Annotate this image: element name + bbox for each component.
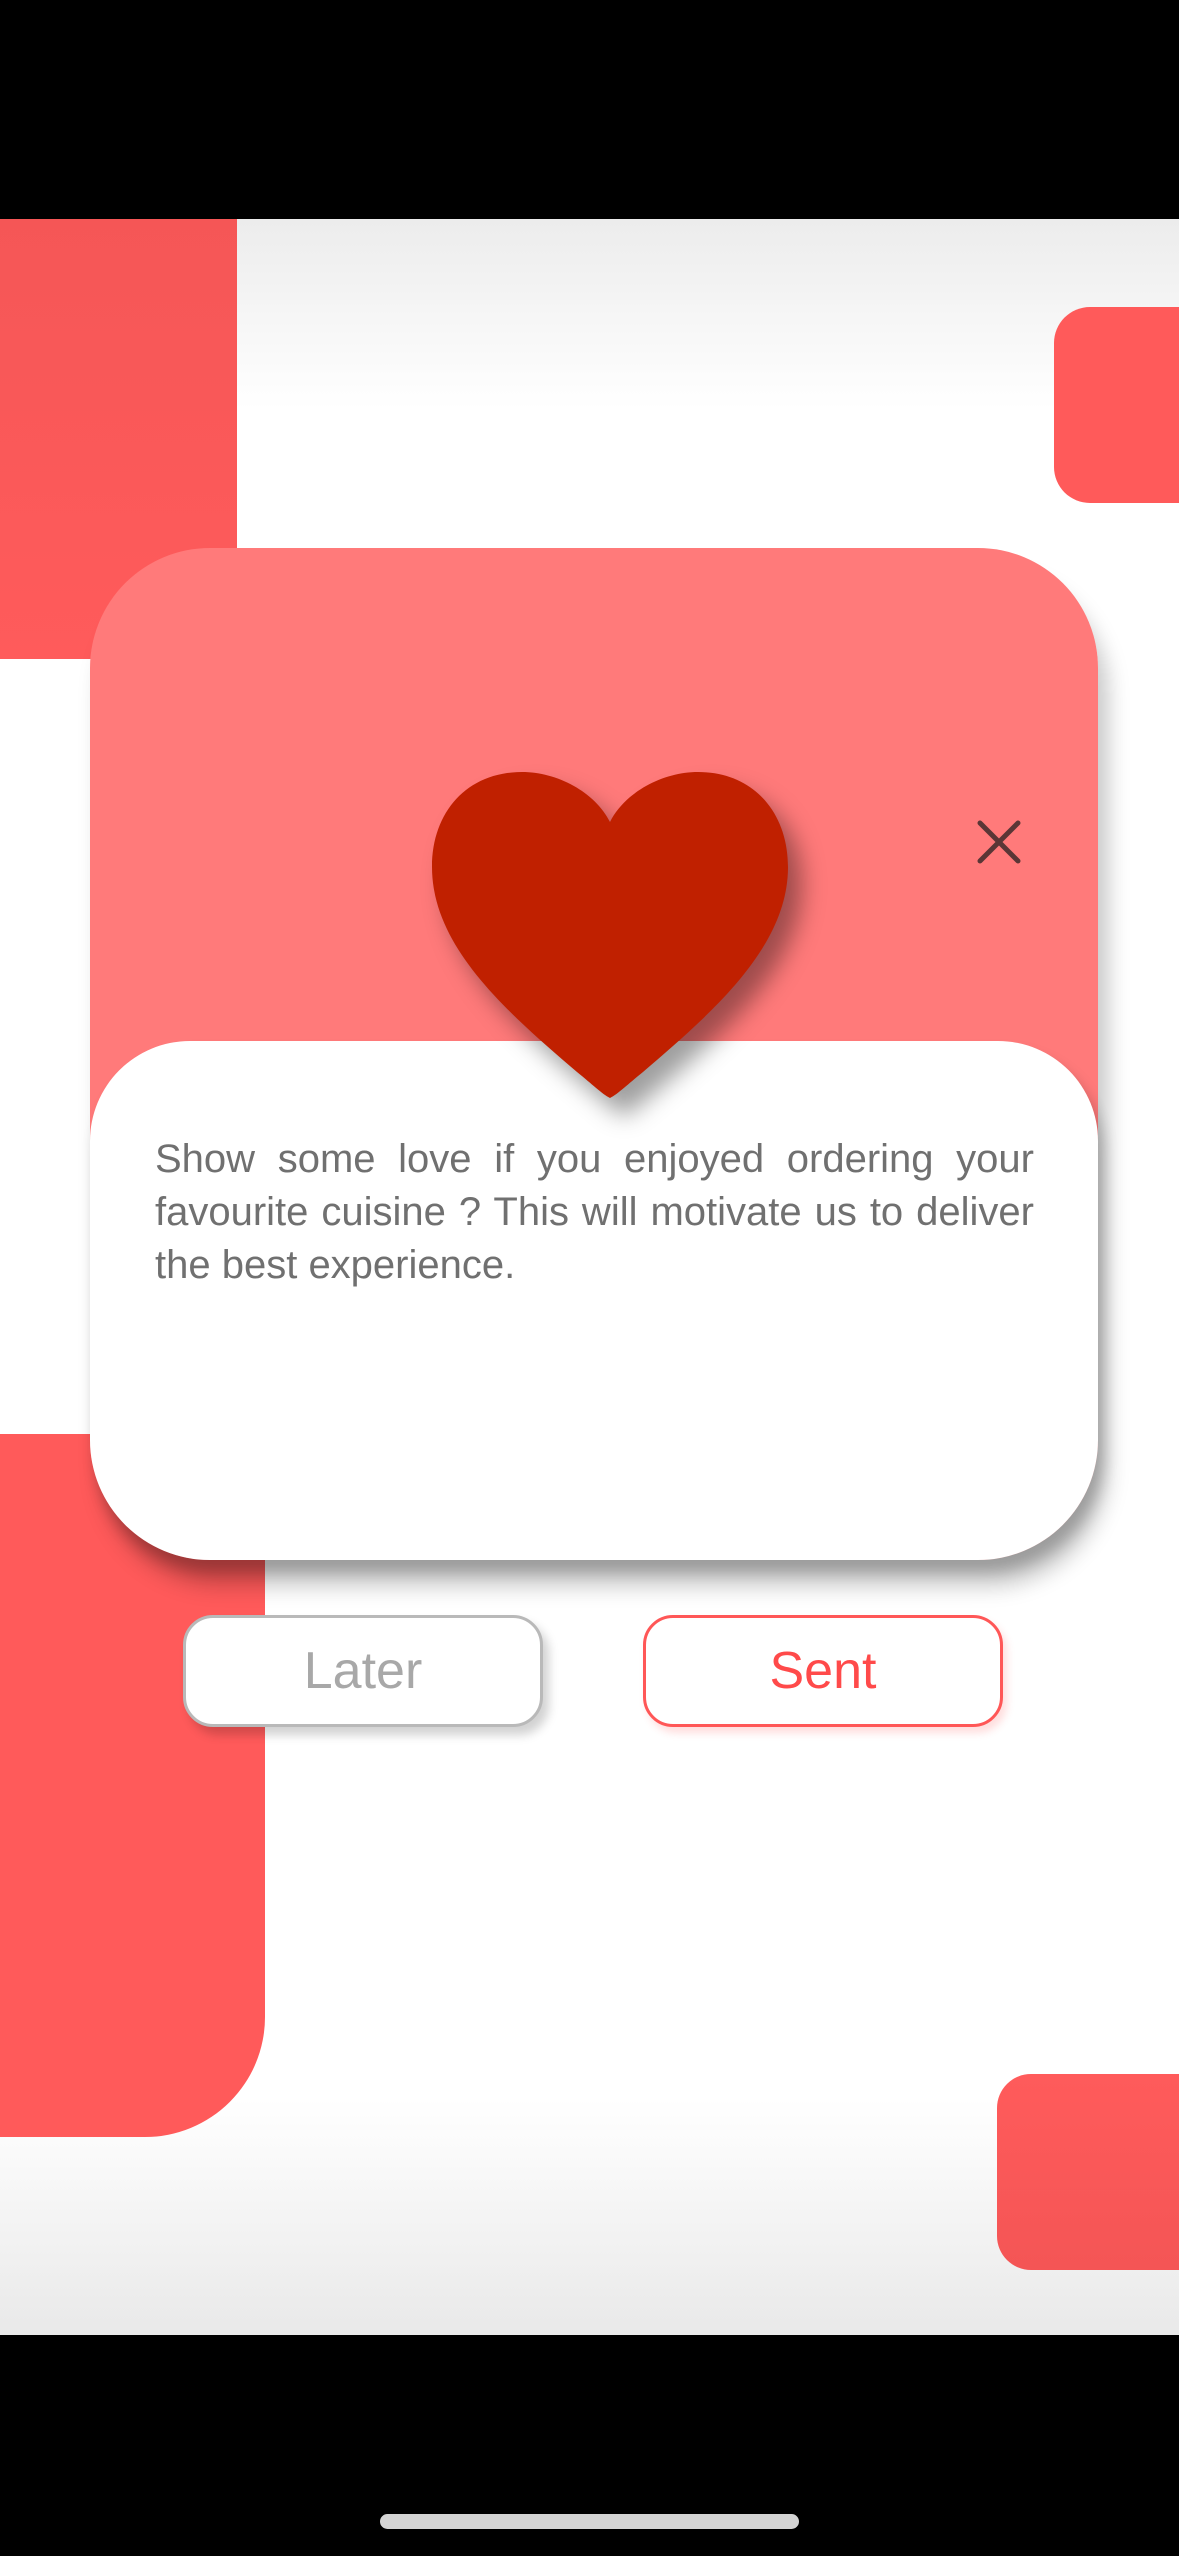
home-indicator[interactable] [380,2514,799,2529]
sent-button[interactable]: Sent [643,1615,1003,1727]
dialog-content-panel [90,1041,1098,1560]
later-button[interactable]: Later [183,1615,543,1727]
decorative-shape-bottom-right [997,2074,1179,2270]
dialog-message: Show some love if you enjoyed ordering y… [155,1137,1034,1287]
status-bar [0,0,1179,219]
close-button[interactable] [966,809,1032,875]
close-icon [977,820,1021,864]
heart-icon [427,772,795,1112]
decorative-shape-top-right [1054,307,1179,503]
